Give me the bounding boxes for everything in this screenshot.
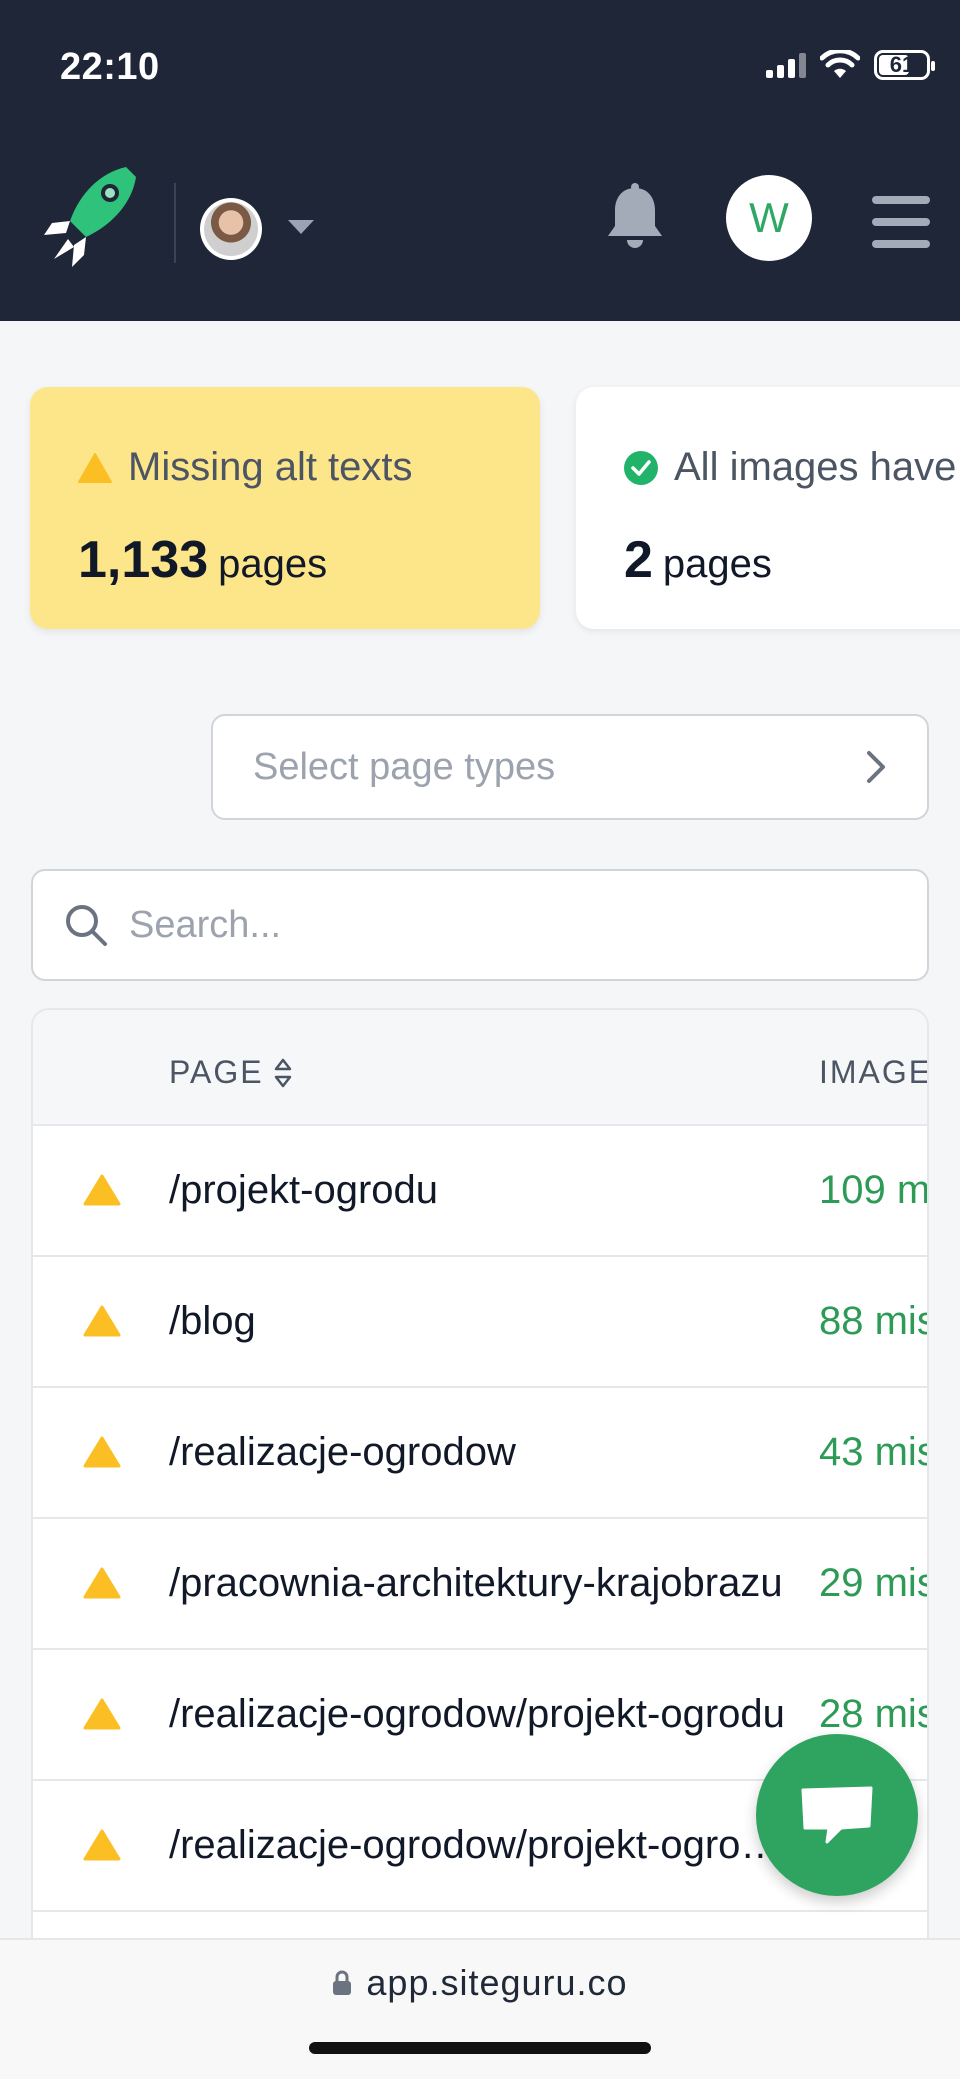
user-initial: W — [749, 194, 789, 241]
warning-icon — [83, 1567, 121, 1599]
site-avatar[interactable] — [200, 198, 262, 260]
sort-icon — [274, 1058, 291, 1087]
menu-icon[interactable] — [872, 196, 930, 248]
card-value: 2 pages — [624, 530, 960, 590]
missing-alt-texts-card[interactable]: Missing alt texts 1,133 pages — [30, 387, 540, 629]
browser-address-bar[interactable]: app.siteguru.co — [0, 1938, 960, 2079]
all-images-label: All images have — [674, 445, 957, 489]
missing-images-count: 29 mis — [819, 1561, 929, 1605]
page-path-link[interactable]: /realizacje-ogrodow — [169, 1430, 801, 1475]
page-path-link[interactable]: /projekt-ogrodu — [169, 1168, 801, 1213]
page-types-placeholder: Select page types — [253, 745, 556, 788]
missing-images-count: 43 mis — [819, 1430, 929, 1474]
header-divider — [174, 183, 176, 263]
chevron-right-icon — [867, 751, 885, 783]
check-circle-icon — [624, 450, 658, 485]
lock-icon — [333, 1970, 352, 1995]
warning-icon — [78, 452, 112, 483]
warning-icon — [83, 1698, 121, 1730]
table-row[interactable]: /blog 88 mis — [33, 1257, 927, 1388]
table-row[interactable]: /realizacje-ogrodow 43 mis — [33, 1388, 927, 1519]
chat-button[interactable] — [756, 1734, 918, 1896]
column-header-images[interactable]: IMAGE — [819, 1054, 927, 1091]
missing-unit: pages — [218, 542, 328, 586]
table-row[interactable]: /pracownia-architektury-krajobrazu 29 mis — [33, 1519, 927, 1650]
url-text: app.siteguru.co — [366, 1962, 628, 2003]
missing-images-count: 109 m — [819, 1168, 929, 1212]
column-page-label: PAGE — [169, 1054, 264, 1090]
rocket-logo-icon[interactable] — [40, 163, 140, 273]
card-value: 1,133 pages — [78, 530, 540, 590]
warning-icon — [83, 1305, 121, 1337]
table-header: PAGE IMAGE — [33, 1010, 927, 1126]
missing-count: 1,133 — [78, 531, 209, 589]
user-avatar[interactable]: W — [726, 175, 812, 261]
status-icons: 61 — [766, 50, 935, 80]
page-path-link[interactable]: /realizacje-ogrodow/projekt-ogrodu — [169, 1692, 801, 1737]
warning-icon — [83, 1174, 121, 1206]
ok-unit: pages — [662, 542, 772, 586]
url-display[interactable]: app.siteguru.co — [0, 1962, 960, 2004]
card-title: All images have — [624, 445, 960, 490]
missing-alt-texts-label: Missing alt texts — [128, 445, 413, 489]
search-input[interactable] — [129, 903, 889, 947]
warning-icon — [83, 1436, 121, 1468]
search-field[interactable] — [31, 869, 929, 981]
battery-level: 61 — [889, 52, 915, 77]
search-icon — [66, 905, 107, 946]
card-title: Missing alt texts — [78, 445, 540, 490]
status-time: 22:10 — [60, 46, 160, 88]
home-indicator[interactable] — [309, 2042, 651, 2054]
missing-images-count: 88 mis — [819, 1299, 929, 1343]
wifi-icon — [820, 50, 860, 78]
page-path-link[interactable]: /blog — [169, 1299, 801, 1344]
ok-count: 2 — [624, 531, 653, 589]
bell-icon[interactable] — [602, 182, 668, 254]
warning-icon — [83, 1829, 121, 1861]
column-header-page[interactable]: PAGE — [169, 1054, 292, 1091]
page-path-link[interactable]: /pracownia-architektury-krajobrazu — [169, 1561, 801, 1606]
page-path-link[interactable]: /realizacje-ogrodow/projekt-ogrodu-nowoc… — [169, 1823, 801, 1868]
page-types-select[interactable]: Select page types — [211, 714, 929, 820]
chevron-down-icon[interactable] — [288, 220, 314, 234]
missing-images-count: 28 mis — [819, 1692, 929, 1736]
battery-icon: 61 — [874, 50, 935, 80]
all-images-have-alt-card[interactable]: All images have 2 pages — [576, 387, 960, 629]
app-header: 22:10 61 W — [0, 0, 960, 321]
cellular-signal-icon — [766, 52, 806, 78]
table-row[interactable]: /projekt-ogrodu 109 m — [33, 1126, 927, 1257]
chat-icon — [801, 1786, 873, 1844]
